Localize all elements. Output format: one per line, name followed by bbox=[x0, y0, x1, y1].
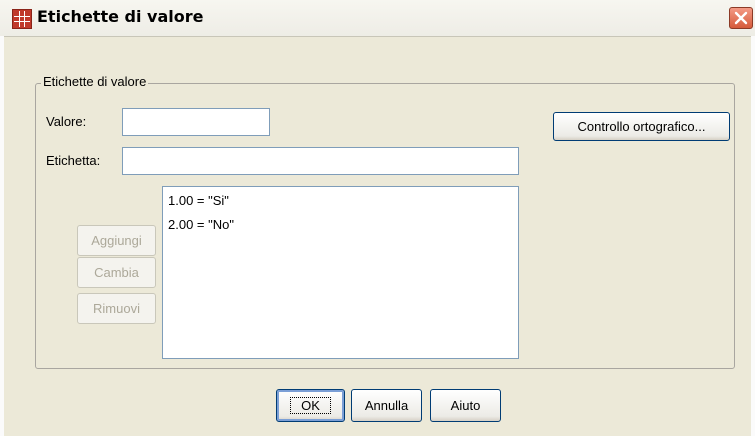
spell-check-button[interactable]: Controllo ortografico... bbox=[553, 112, 730, 141]
cancel-button[interactable]: Annulla bbox=[351, 389, 422, 422]
window-title: Etichette di valore bbox=[37, 7, 204, 26]
label-input[interactable] bbox=[122, 147, 519, 175]
ok-button[interactable]: OK bbox=[276, 389, 345, 422]
group-legend: Etichette di valore bbox=[41, 74, 149, 89]
close-icon bbox=[734, 11, 748, 25]
title-bar[interactable]: Etichette di valore bbox=[0, 0, 755, 37]
label-label: Etichetta: bbox=[46, 153, 101, 168]
ok-label: OK bbox=[290, 397, 331, 414]
value-input[interactable] bbox=[122, 108, 270, 136]
list-item[interactable]: 2.00 = "No" bbox=[168, 217, 234, 232]
table-icon bbox=[12, 9, 32, 29]
window-border-right bbox=[751, 36, 755, 436]
add-button[interactable]: Aggiungi bbox=[77, 225, 156, 256]
list-item[interactable]: 1.00 = "Si" bbox=[168, 193, 229, 208]
window-border-left bbox=[0, 36, 4, 436]
change-button[interactable]: Cambia bbox=[77, 257, 156, 288]
labels-list[interactable]: 1.00 = "Si" 2.00 = "No" bbox=[162, 186, 519, 359]
value-label: Valore: bbox=[46, 114, 87, 129]
remove-button[interactable]: Rimuovi bbox=[77, 293, 156, 324]
close-button[interactable] bbox=[729, 7, 753, 29]
help-button[interactable]: Aiuto bbox=[430, 389, 501, 422]
